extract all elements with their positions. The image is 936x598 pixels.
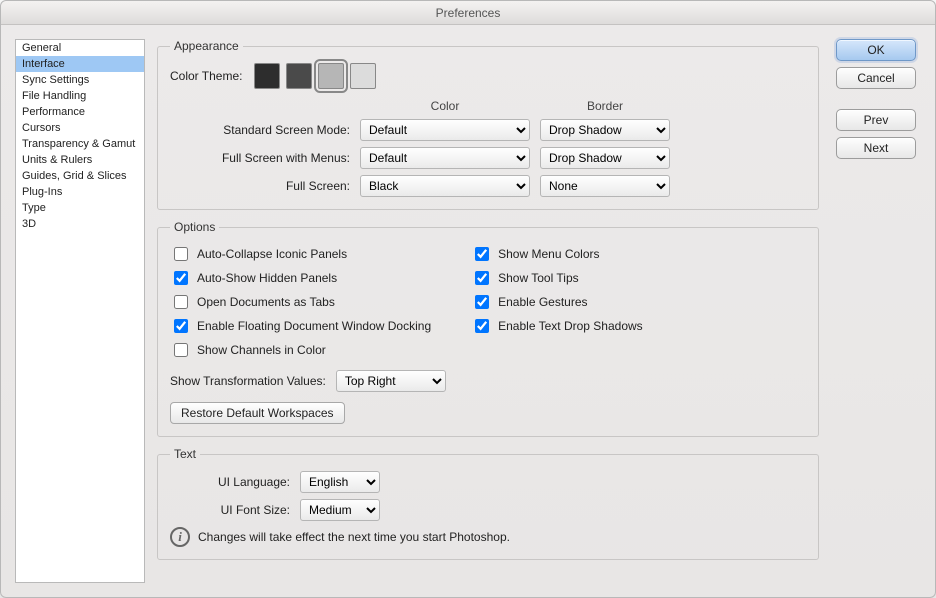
info-row: i Changes will take effect the next time… [170,527,806,547]
option-enable-floating-document-window-docking[interactable]: Enable Floating Document Window Docking [170,316,431,336]
option-checkbox[interactable] [475,319,489,333]
ui-language-select[interactable]: English [300,471,380,493]
sidebar-item-transparency-gamut[interactable]: Transparency & Gamut [16,136,144,152]
option-enable-text-drop-shadows[interactable]: Enable Text Drop Shadows [471,316,643,336]
option-label: Show Tool Tips [498,271,579,285]
fullscreen-menus-color-select[interactable]: Default [360,147,530,169]
color-theme-swatch-3[interactable] [350,63,376,89]
sidebar-item-type[interactable]: Type [16,200,144,216]
color-theme-row: Color Theme: [170,63,806,89]
option-label: Auto-Show Hidden Panels [197,271,337,285]
option-label: Auto-Collapse Iconic Panels [197,247,347,261]
fullscreen-menus-label: Full Screen with Menus: [200,151,350,165]
option-label: Open Documents as Tabs [197,295,335,309]
restore-workspaces-button[interactable]: Restore Default Workspaces [170,402,345,424]
option-label: Enable Floating Document Window Docking [197,319,431,333]
options-left-column: Auto-Collapse Iconic Panels Auto-Show Hid… [170,244,431,360]
option-checkbox[interactable] [174,319,188,333]
option-auto-show-hidden-panels[interactable]: Auto-Show Hidden Panels [170,268,431,288]
screen-mode-grid: Color Border Standard Screen Mode: Defau… [200,99,806,197]
options-legend: Options [170,220,219,234]
option-label: Enable Gestures [498,295,587,309]
category-sidebar: GeneralInterfaceSync SettingsFile Handli… [15,39,145,583]
fullscreen-menus-border-select[interactable]: Drop Shadow [540,147,670,169]
option-label: Show Channels in Color [197,343,326,357]
main-panel: Appearance Color Theme: Color Border Sta… [157,39,819,583]
sidebar-item-units-rulers[interactable]: Units & Rulers [16,152,144,168]
option-show-menu-colors[interactable]: Show Menu Colors [471,244,643,264]
sidebar-item-cursors[interactable]: Cursors [16,120,144,136]
transform-row: Show Transformation Values: Top Right [170,370,806,392]
option-label: Show Menu Colors [498,247,599,261]
options-body: Auto-Collapse Iconic Panels Auto-Show Hid… [170,244,806,360]
fullscreen-color-select[interactable]: Black [360,175,530,197]
option-show-channels-in-color[interactable]: Show Channels in Color [170,340,431,360]
option-checkbox[interactable] [475,247,489,261]
standard-screen-border-select[interactable]: Drop Shadow [540,119,670,141]
color-column-header: Color [360,99,530,113]
prev-button[interactable]: Prev [836,109,916,131]
dialog-buttons: OK Cancel Prev Next [831,39,921,583]
window-title: Preferences [1,1,935,25]
sidebar-item-interface[interactable]: Interface [16,56,144,72]
ok-button[interactable]: OK [836,39,916,61]
sidebar-item-guides-grid-slices[interactable]: Guides, Grid & Slices [16,168,144,184]
border-column-header: Border [540,99,670,113]
standard-screen-label: Standard Screen Mode: [200,123,350,137]
ui-language-label: UI Language: [170,475,290,489]
sidebar-item-file-handling[interactable]: File Handling [16,88,144,104]
sidebar-item-plug-ins[interactable]: Plug-Ins [16,184,144,200]
option-checkbox[interactable] [174,247,188,261]
preferences-window: Preferences GeneralInterfaceSync Setting… [0,0,936,598]
color-theme-label: Color Theme: [170,69,242,83]
appearance-legend: Appearance [170,39,243,53]
option-enable-gestures[interactable]: Enable Gestures [471,292,643,312]
color-theme-swatch-0[interactable] [254,63,280,89]
ui-fontsize-row: UI Font Size: Medium [170,499,806,521]
ui-fontsize-label: UI Font Size: [170,503,290,517]
info-icon: i [170,527,190,547]
option-checkbox[interactable] [475,271,489,285]
text-legend: Text [170,447,200,461]
option-open-documents-as-tabs[interactable]: Open Documents as Tabs [170,292,431,312]
option-auto-collapse-iconic-panels[interactable]: Auto-Collapse Iconic Panels [170,244,431,264]
cancel-button[interactable]: Cancel [836,67,916,89]
option-label: Enable Text Drop Shadows [498,319,643,333]
sidebar-item-3d[interactable]: 3D [16,216,144,232]
color-theme-swatches [254,63,376,89]
fullscreen-border-select[interactable]: None [540,175,670,197]
fullscreen-label: Full Screen: [200,179,350,193]
ui-fontsize-select[interactable]: Medium [300,499,380,521]
info-text: Changes will take effect the next time y… [198,530,510,544]
sidebar-item-general[interactable]: General [16,40,144,56]
options-group: Options Auto-Collapse Iconic PanelsAuto-… [157,220,819,437]
transform-select[interactable]: Top Right [336,370,446,392]
option-checkbox[interactable] [174,343,188,357]
standard-screen-color-select[interactable]: Default [360,119,530,141]
sidebar-item-performance[interactable]: Performance [16,104,144,120]
text-group: Text UI Language: English UI Font Size: … [157,447,819,560]
appearance-group: Appearance Color Theme: Color Border Sta… [157,39,819,210]
color-theme-swatch-2[interactable] [318,63,344,89]
next-button[interactable]: Next [836,137,916,159]
option-show-tool-tips[interactable]: Show Tool Tips [471,268,643,288]
sidebar-item-sync-settings[interactable]: Sync Settings [16,72,144,88]
color-theme-swatch-1[interactable] [286,63,312,89]
ui-language-row: UI Language: English [170,471,806,493]
options-right-column: Show Menu Colors Show Tool Tips Enable Ges… [471,244,643,360]
option-checkbox[interactable] [174,271,188,285]
option-checkbox[interactable] [174,295,188,309]
option-checkbox[interactable] [475,295,489,309]
window-body: GeneralInterfaceSync SettingsFile Handli… [1,25,935,597]
transform-label: Show Transformation Values: [170,374,326,388]
